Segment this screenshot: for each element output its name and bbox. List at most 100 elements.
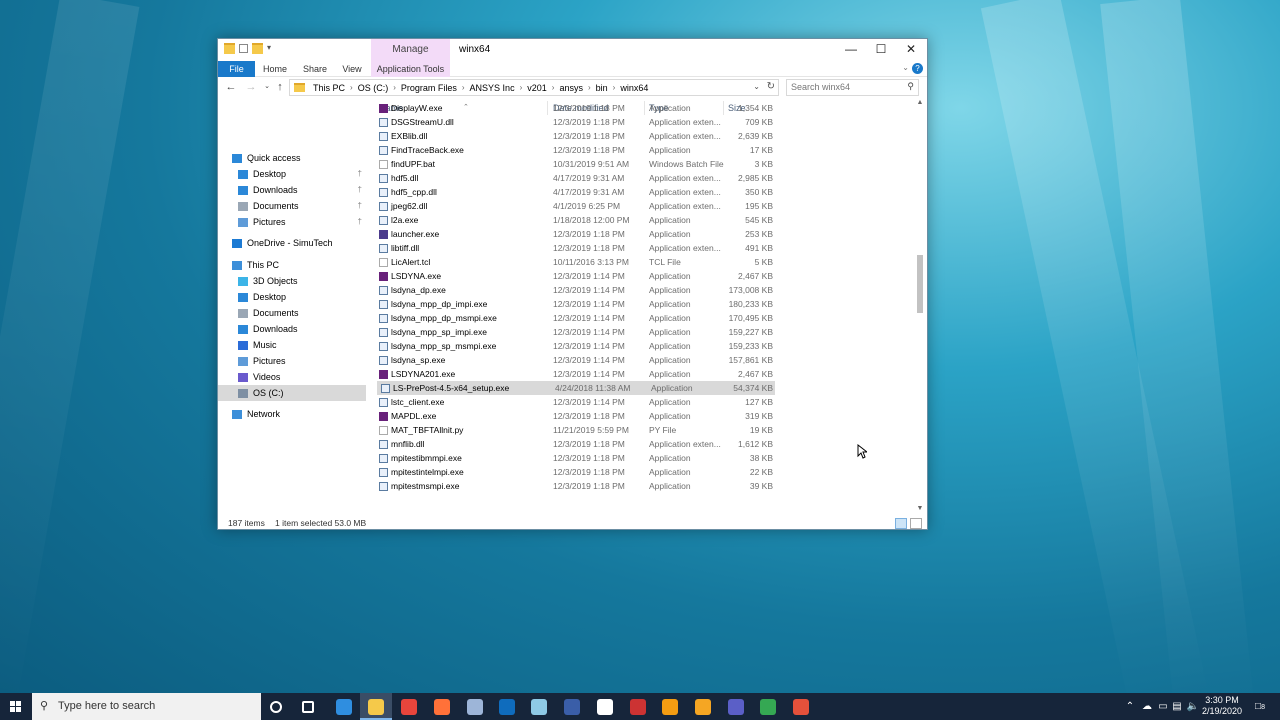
sidebar-item-3d-objects[interactable]: 3D Objects: [218, 273, 366, 289]
onedrive-tray-icon[interactable]: ☁: [1140, 693, 1154, 720]
sidebar-item-videos[interactable]: Videos: [218, 369, 366, 385]
scrollbar-thumb[interactable]: [917, 255, 923, 313]
edge-icon[interactable]: [336, 699, 352, 715]
sidebar-item-this-pc[interactable]: This PC: [218, 257, 366, 273]
chevron-right-icon[interactable]: ›: [350, 83, 353, 92]
pin-icon[interactable]: †: [358, 166, 362, 182]
sidebar-item-onedrive-simutech[interactable]: OneDrive - SimuTech: [218, 235, 366, 251]
taskbar-clock[interactable]: 3:30 PM 2/19/2020: [1198, 695, 1246, 717]
table-row[interactable]: EXBlib.dll 12/3/2019 1:18 PM Application e…: [375, 129, 775, 143]
breadcrumb-ansys[interactable]: ansys: [559, 83, 583, 93]
sidebar-item-desktop[interactable]: Desktop †: [218, 166, 366, 182]
app-icon[interactable]: [467, 699, 483, 715]
table-row[interactable]: mnflib.dll 12/3/2019 1:18 PM Application e…: [375, 437, 775, 451]
tab-view[interactable]: View: [338, 61, 366, 77]
title-bar[interactable]: ▾ Manage winx64 — ☐ ✕: [218, 39, 927, 61]
tab-home[interactable]: Home: [260, 61, 290, 77]
firefox-icon[interactable]: [434, 699, 450, 715]
new-folder-icon[interactable]: [252, 43, 263, 54]
table-row[interactable]: mpitestintelmpi.exe 12/3/2019 1:18 PM Appl…: [375, 465, 775, 479]
sidebar-item-os-c-[interactable]: OS (C:): [218, 385, 366, 401]
table-row[interactable]: DisplayW.exe 12/3/2019 1:18 PM Application…: [375, 101, 775, 115]
sidebar-item-documents[interactable]: Documents: [218, 305, 366, 321]
breadcrumb-os-c[interactable]: OS (C:): [358, 83, 389, 93]
table-row[interactable]: lsdyna_sp.exe 12/3/2019 1:14 PM Applicatio…: [375, 353, 775, 367]
table-row[interactable]: lsdyna_mpp_sp_impi.exe 12/3/2019 1:14 PM A…: [375, 325, 775, 339]
sidebar-item-documents[interactable]: Documents †: [218, 198, 366, 214]
table-row[interactable]: LicAlert.tcl 10/11/2016 3:13 PM TCL File 5 …: [375, 255, 775, 269]
up-icon[interactable]: ↑: [273, 80, 287, 94]
maximize-button[interactable]: ☐: [866, 39, 896, 61]
scroll-down-icon[interactable]: ▼: [915, 505, 925, 515]
pin-icon[interactable]: †: [358, 214, 362, 230]
pin-icon[interactable]: †: [358, 182, 362, 198]
table-row[interactable]: FindTraceBack.exe 12/3/2019 1:18 PM Applic…: [375, 143, 775, 157]
table-row[interactable]: MAT_TBFTAllnit.py 11/21/2019 5:59 PM PY Fi…: [375, 423, 775, 437]
table-row[interactable]: lsdyna_mpp_sp_msmpi.exe 12/3/2019 1:14 PM…: [375, 339, 775, 353]
teams-icon[interactable]: [728, 699, 744, 715]
chevron-right-icon[interactable]: ›: [552, 83, 555, 92]
vertical-scrollbar[interactable]: ▲ ▼: [915, 97, 925, 515]
notifications-button[interactable]: □8: [1250, 693, 1270, 720]
remote-icon[interactable]: [597, 699, 613, 715]
table-row[interactable]: lsdyna_mpp_dp_impi.exe 12/3/2019 1:14 PM A…: [375, 297, 775, 311]
tab-share[interactable]: Share: [300, 61, 330, 77]
breadcrumb-ansys-inc[interactable]: ANSYS Inc: [470, 83, 515, 93]
notepad-icon[interactable]: [531, 699, 547, 715]
chevron-right-icon[interactable]: ›: [393, 83, 396, 92]
camtasia-green-icon[interactable]: [760, 699, 776, 715]
table-row[interactable]: hdf5.dll 4/17/2019 9:31 AM Application ext…: [375, 171, 775, 185]
breadcrumb-v201[interactable]: v201: [527, 83, 547, 93]
minimize-button[interactable]: —: [836, 39, 866, 61]
table-row[interactable]: launcher.exe 12/3/2019 1:18 PM Application…: [375, 227, 775, 241]
wifi-tray-icon[interactable]: ▤: [1170, 693, 1184, 720]
scroll-up-icon[interactable]: ▲: [915, 99, 925, 109]
sidebar-item-music[interactable]: Music: [218, 337, 366, 353]
table-row[interactable]: mpitestibmmpi.exe 12/3/2019 1:18 PM Applic…: [375, 451, 775, 465]
chrome-icon[interactable]: [401, 699, 417, 715]
table-row[interactable]: lstc_client.exe 12/3/2019 1:14 PM Applicat…: [375, 395, 775, 409]
show-hidden-icons-icon[interactable]: ⌃: [1124, 693, 1136, 720]
tab-manage[interactable]: Manage: [371, 39, 450, 61]
table-row[interactable]: l2a.exe 1/18/2018 12:00 PM Application 545 …: [375, 213, 775, 227]
sidebar-item-pictures[interactable]: Pictures †: [218, 214, 366, 230]
customize-toolbar-icon[interactable]: ▾: [267, 43, 278, 54]
sidebar-item-network[interactable]: Network: [218, 406, 366, 422]
tab-file[interactable]: File: [218, 61, 255, 77]
cortana-icon[interactable]: [270, 701, 282, 713]
messenger-icon[interactable]: [695, 699, 711, 715]
breadcrumb-this-pc[interactable]: This PC: [313, 83, 345, 93]
chevron-right-icon[interactable]: ›: [588, 83, 591, 92]
search-input[interactable]: Search winx64 ⚲: [786, 79, 919, 96]
recent-locations-icon[interactable]: ⌄: [260, 80, 274, 94]
help-icon[interactable]: ?: [912, 63, 923, 74]
pin-icon[interactable]: †: [358, 198, 362, 214]
table-row[interactable]: LSDYNA.exe 12/3/2019 1:14 PM Application 2,…: [375, 269, 775, 283]
tools-icon[interactable]: [630, 699, 646, 715]
expand-ribbon-icon[interactable]: ⌄: [902, 63, 909, 72]
chevron-right-icon[interactable]: ›: [462, 83, 465, 92]
table-row[interactable]: hdf5_cpp.dll 4/17/2019 9:31 AM Application…: [375, 185, 775, 199]
table-row[interactable]: lsdyna_mpp_dp_msmpi.exe 12/3/2019 1:14 PM…: [375, 311, 775, 325]
table-row[interactable]: DSGStreamU.dll 12/3/2019 1:18 PM Applicati…: [375, 115, 775, 129]
file-explorer-icon[interactable]: [368, 699, 384, 715]
outlook-icon[interactable]: [499, 699, 515, 715]
address-bar[interactable]: This PC › OS (C:) › Program Files › ANSYS I…: [289, 79, 779, 96]
table-row[interactable]: lsdyna_dp.exe 12/3/2019 1:14 PM Applicatio…: [375, 283, 775, 297]
table-row[interactable]: findUPF.bat 10/31/2019 9:51 AM Windows Bat…: [375, 157, 775, 171]
taskbar-search-box[interactable]: ⚲ Type here to search: [32, 693, 261, 720]
table-row[interactable]: mpitestmsmpi.exe 12/3/2019 1:18 PM Applica…: [375, 479, 775, 493]
sidebar-item-desktop[interactable]: Desktop: [218, 289, 366, 305]
table-row[interactable]: libtiff.dll 12/3/2019 1:18 PM Application …: [375, 241, 775, 255]
table-row[interactable]: MAPDL.exe 12/3/2019 1:18 PM Application 319…: [375, 409, 775, 423]
network-tray-icon[interactable]: ▭: [1156, 693, 1170, 720]
breadcrumb-program-files[interactable]: Program Files: [401, 83, 457, 93]
task-view-icon[interactable]: [302, 701, 314, 713]
tab-application-tools[interactable]: Application Tools: [371, 61, 450, 77]
details-view-icon[interactable]: [895, 518, 907, 529]
sidebar-item-quick-access[interactable]: Quick access: [218, 150, 366, 166]
table-row[interactable]: jpeg62.dll 4/1/2019 6:25 PM Application ex…: [375, 199, 775, 213]
sidebar-item-downloads[interactable]: Downloads †: [218, 182, 366, 198]
sidebar-item-downloads[interactable]: Downloads: [218, 321, 366, 337]
breadcrumb-bin[interactable]: bin: [596, 83, 608, 93]
